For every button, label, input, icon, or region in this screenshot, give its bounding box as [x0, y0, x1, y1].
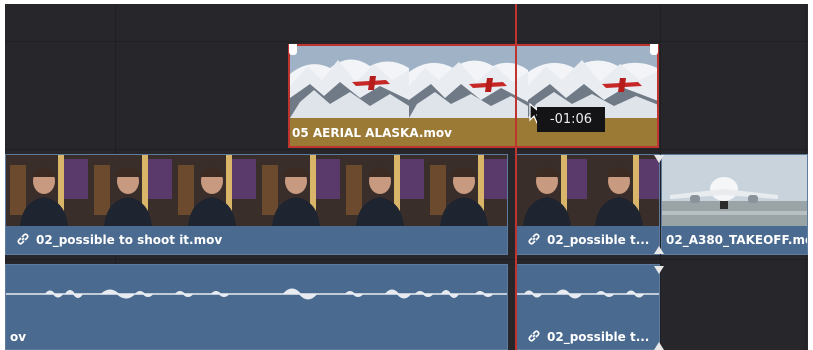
clip-possible-t-segment[interactable]: 02_possible t... — [516, 154, 660, 255]
grid-line — [5, 149, 808, 150]
clip-possible-to-shoot-it[interactable]: 02_possible to shoot it.mov — [5, 154, 508, 255]
clip-aerial-alaska[interactable]: 05 AERIAL ALASKA.mov — [288, 44, 659, 148]
audio-clip-ov[interactable]: ov — [5, 264, 508, 350]
clip-thumbnails — [6, 155, 507, 227]
interview-thumbnail — [258, 155, 342, 227]
edit-point-marker-icon[interactable] — [654, 155, 664, 165]
timecode-offset-tooltip: -01:06 — [537, 107, 605, 132]
interview-thumbnail — [6, 155, 90, 227]
edit-point-marker-icon[interactable] — [654, 244, 664, 254]
interview-thumbnail — [342, 155, 426, 227]
audio-waveform — [517, 289, 659, 299]
timeline[interactable]: 05 AERIAL ALASKA.mov 02_possible to shoo… — [5, 4, 808, 350]
clip-thumbnails — [517, 155, 659, 227]
clip-thumbnails — [662, 155, 807, 227]
clip-label: 02_possible t... — [517, 226, 659, 254]
clip-label: ov — [10, 330, 27, 344]
link-icon — [528, 233, 540, 245]
clip-label: 02_A380_TAKEOFF.mov — [662, 226, 807, 254]
link-icon — [528, 330, 540, 342]
airplane-thumbnail — [662, 155, 807, 227]
clip-label-text: 02_possible to shoot it.mov — [36, 233, 223, 247]
grid-line — [5, 41, 808, 42]
interview-thumbnail — [426, 155, 507, 227]
aerial-thumbnail — [290, 46, 409, 118]
audio-clip-possible-t[interactable]: 02_possible t... — [516, 264, 660, 350]
audio-waveform — [6, 288, 507, 300]
interview-thumbnail — [517, 155, 589, 227]
link-icon — [17, 233, 29, 245]
clip-label-text: 02_possible t... — [547, 233, 650, 247]
clip-label: 02_possible t... — [517, 325, 659, 349]
aerial-thumbnail — [409, 46, 528, 118]
edit-point-marker-icon[interactable] — [654, 266, 664, 276]
grid-line — [5, 259, 808, 260]
interview-thumbnail — [90, 155, 174, 227]
interview-thumbnail — [589, 155, 659, 227]
interview-thumbnail — [174, 155, 258, 227]
trim-handle-right[interactable] — [650, 44, 658, 55]
clip-label: 02_possible to shoot it.mov — [6, 226, 507, 254]
edit-point-marker-icon[interactable] — [654, 340, 664, 350]
clip-a380-takeoff[interactable]: 02_A380_TAKEOFF.mov — [661, 154, 808, 255]
playhead[interactable] — [515, 4, 517, 350]
clip-label-text: 02_possible t... — [547, 330, 650, 344]
trim-handle-left[interactable] — [289, 44, 297, 55]
